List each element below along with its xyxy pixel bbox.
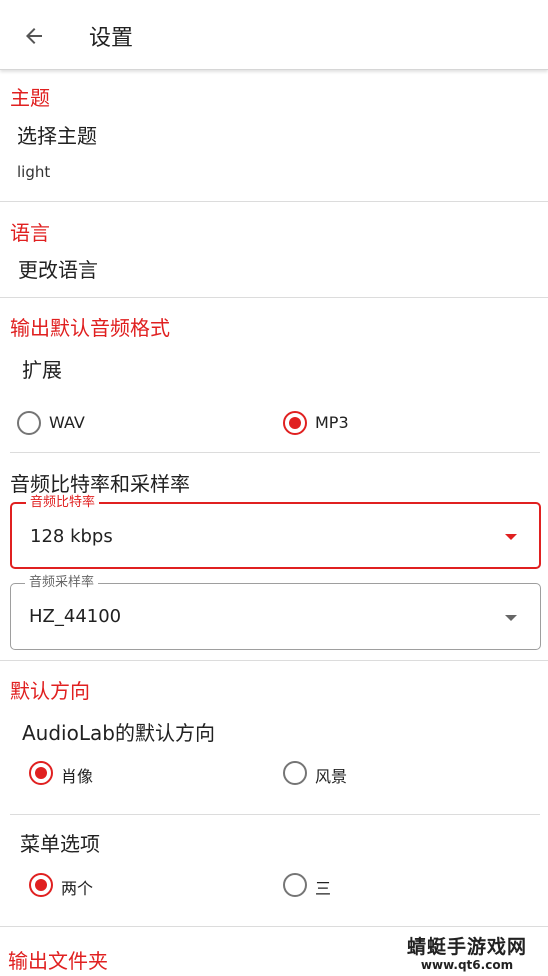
radio-landscape-circle[interactable] (283, 761, 307, 785)
section-title-language: 语言 (10, 221, 50, 245)
radio-three[interactable]: 三 (280, 868, 480, 902)
menu-options-label: 菜单选项 (20, 832, 100, 856)
choose-theme-label: 选择主题 (17, 124, 97, 148)
theme-value: light (17, 163, 51, 181)
arrow-left-icon (26, 28, 42, 44)
app-bar: 设置 (0, 0, 548, 70)
radio-three-label: 三 (315, 879, 332, 898)
radio-wav-label: WAV (49, 413, 85, 432)
change-language-item[interactable]: 更改语言 (0, 248, 548, 288)
radio-mp3-circle[interactable] (283, 411, 307, 435)
divider (10, 452, 540, 453)
radio-landscape-label: 风景 (315, 767, 348, 786)
radio-wav-circle[interactable] (17, 411, 41, 435)
divider (0, 297, 548, 298)
bitrate-dropdown[interactable]: 音频比特率 128 kbps (10, 495, 541, 569)
radio-three-circle[interactable] (283, 873, 307, 897)
radio-portrait-circle[interactable] (29, 761, 53, 785)
section-title-orientation: 默认方向 (10, 679, 90, 703)
section-title-output-folder: 输出文件夹 (8, 949, 108, 973)
section-title-theme: 主题 (10, 86, 50, 110)
samplerate-legend: 音频采样率 (25, 575, 99, 591)
bitrate-value: 128 kbps (30, 526, 113, 547)
divider (0, 926, 548, 927)
radio-wav[interactable]: WAV (14, 406, 214, 440)
divider (10, 814, 540, 815)
dropdown-arrow-icon (505, 534, 517, 540)
choose-theme-item[interactable]: 选择主题 light (0, 112, 548, 192)
dropdown-arrow-icon (505, 615, 517, 621)
radio-two-label: 两个 (61, 879, 94, 898)
page-title: 设置 (89, 26, 134, 51)
watermark-title: 蜻蜓手游戏网 (406, 936, 527, 958)
bitrate-samplerate-title: 音频比特率和采样率 (10, 472, 190, 496)
samplerate-dropdown[interactable]: 音频采样率 HZ_44100 (10, 575, 541, 650)
watermark-logo: 蜻蜓手游戏网 www.qt6.com (392, 936, 542, 974)
bitrate-legend: 音频比特率 (26, 495, 100, 511)
divider (0, 660, 548, 661)
radio-mp3[interactable]: MP3 (280, 406, 480, 440)
radio-portrait-label: 肖像 (61, 767, 94, 786)
extension-label: 扩展 (22, 358, 62, 382)
radio-mp3-label: MP3 (315, 413, 349, 432)
radio-landscape[interactable]: 风景 (280, 756, 480, 790)
radio-portrait[interactable]: 肖像 (26, 756, 226, 790)
samplerate-value: HZ_44100 (29, 606, 122, 627)
default-orientation-label: AudioLab的默认方向 (22, 721, 215, 745)
back-button[interactable] (14, 16, 54, 56)
radio-two-circle[interactable] (29, 873, 53, 897)
watermark-url: www.qt6.com (420, 958, 514, 972)
change-language-label: 更改语言 (18, 258, 98, 282)
radio-two[interactable]: 两个 (26, 868, 226, 902)
divider (0, 201, 548, 202)
section-title-output-format: 输出默认音频格式 (10, 316, 170, 340)
